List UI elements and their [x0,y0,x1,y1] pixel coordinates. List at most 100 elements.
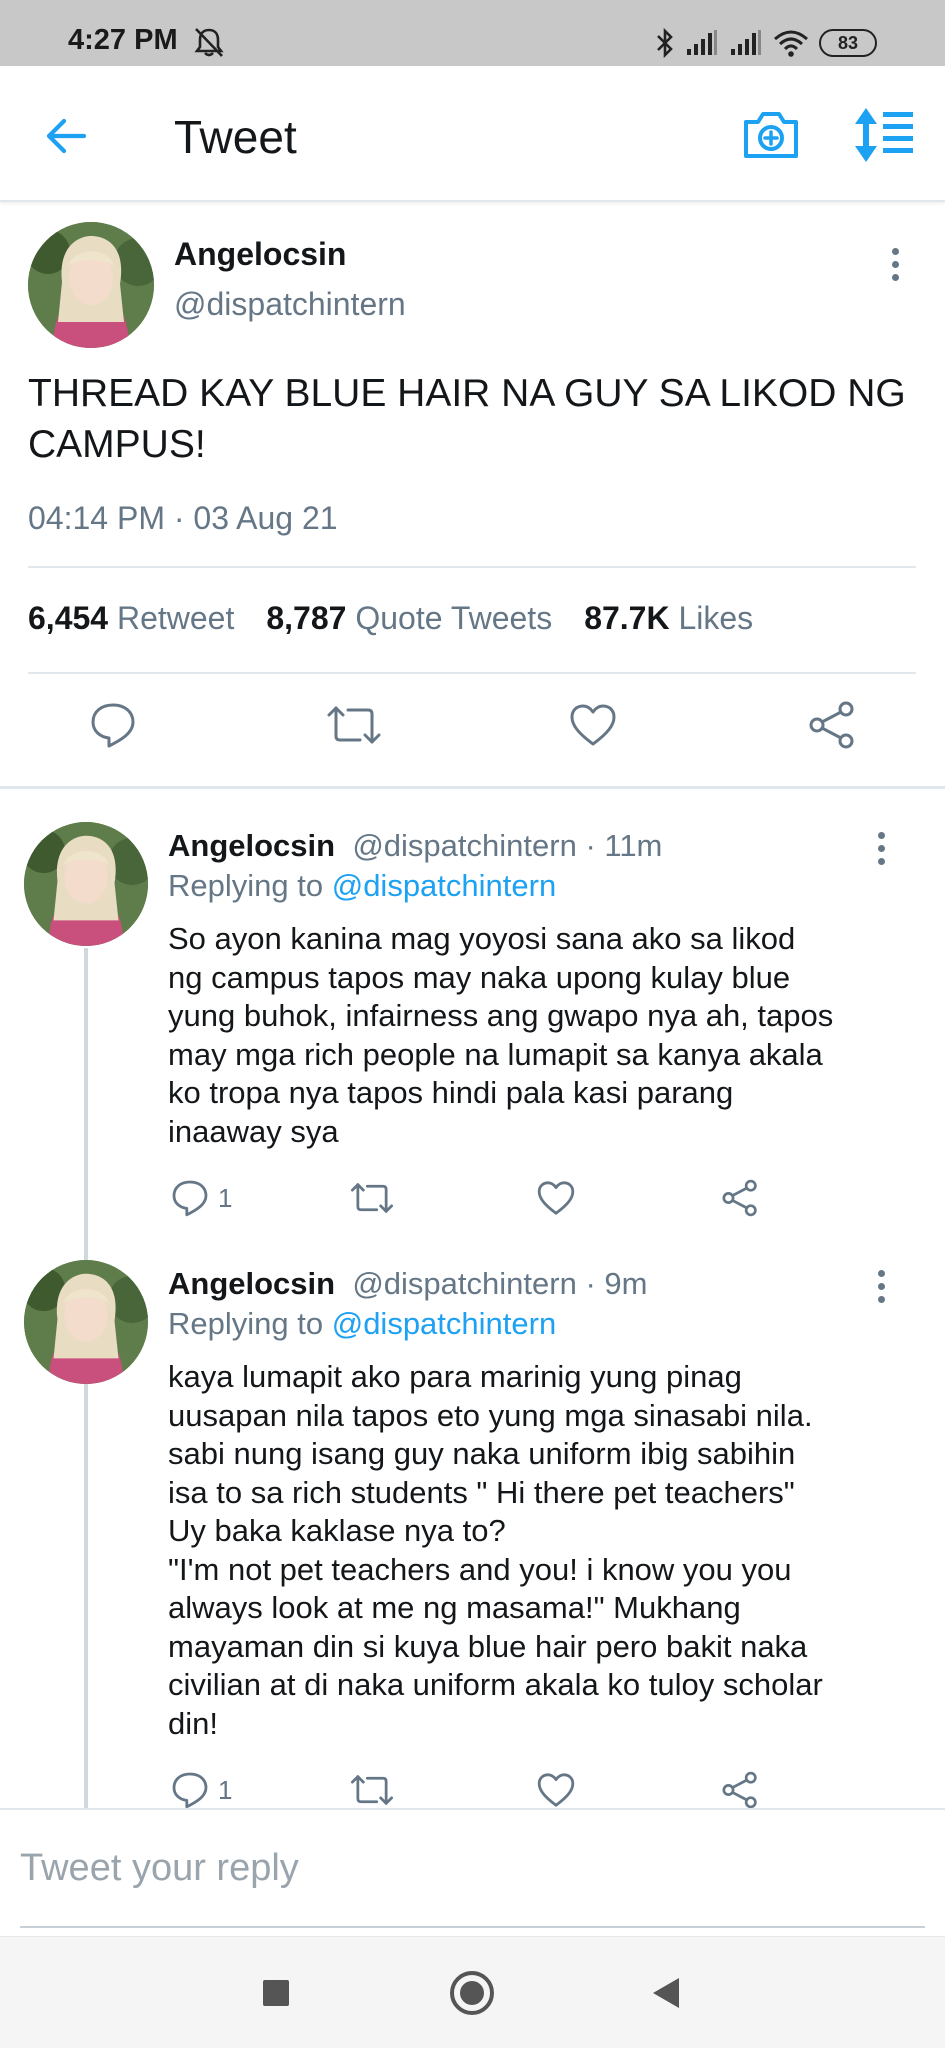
more-dot [877,844,885,852]
likes-count: 87.7K [584,600,670,636]
reply-icon [172,1772,208,1809]
battery-icon: 83 [819,29,877,57]
page-title: Tweet [174,111,297,163]
reply-avatar[interactable] [24,822,148,946]
more-dot [877,1295,885,1303]
more-dot [877,1282,885,1290]
retweet-icon [350,1775,394,1805]
top-app-bar: Tweet [0,66,945,202]
retweet-label: Retweet [116,600,235,636]
retweet-icon [350,1183,394,1213]
reply-count: 1 [218,1774,233,1805]
more-dot [877,831,885,839]
tweet-stats: 6,454 Retweet 8,787 Quote Tweets 87.7K L… [28,600,753,637]
reply-header: Angelocsin @dispatchintern · 9m [168,1266,647,1302]
reply-button[interactable]: 1 [170,1178,232,1218]
author-avatar[interactable] [28,222,154,348]
like-icon [570,704,616,746]
divider [28,566,916,568]
reply-author-name[interactable]: Angelocsin [168,828,335,863]
thread-line [84,1384,88,1808]
share-icon [809,701,854,749]
reply-composer [0,1808,945,1932]
sort-icon [855,108,913,162]
likes-label: Likes [678,600,754,636]
recents-button[interactable] [244,1961,308,2025]
home-circle-icon [450,1971,494,2015]
replying-to-label: Replying to [168,1306,324,1341]
tweet-actions [0,700,945,760]
share-icon [722,1771,757,1809]
reply-header: Angelocsin @dispatchintern · 11m [168,828,662,864]
battery-level: 83 [837,32,859,53]
like-button[interactable] [536,1770,576,1810]
retweet-icon [327,706,381,744]
reply-time: · 9m [585,1266,648,1301]
status-bar: 4:27 PM 83 [0,0,945,66]
reply-time: · 11m [585,828,663,863]
reply-author-name[interactable]: Angelocsin [168,1266,335,1301]
reply-author-handle[interactable]: @dispatchintern [352,1266,576,1301]
like-button[interactable] [536,1178,576,1218]
status-time: 4:27 PM [68,24,178,56]
reply-button[interactable] [88,700,138,755]
reply-text: kaya lumapit ako para marinig yung pinag… [168,1359,823,1741]
more-dot [891,247,899,255]
retweet-count: 6,454 [28,600,109,636]
mute-icon [192,26,226,58]
reply-author-handle[interactable]: @dispatchintern [352,828,576,863]
share-button[interactable] [720,1770,760,1810]
home-button[interactable] [440,1961,504,2025]
share-button[interactable] [806,700,858,755]
replying-to: Replying to @dispatchintern [168,1306,556,1342]
signal-icon [687,30,717,55]
tweet-timestamp: 04:14 PM · 03 Aug 21 [28,500,338,536]
share-icon [722,1179,757,1217]
like-button[interactable] [568,700,618,755]
camera-icon [744,112,798,158]
author-name[interactable]: Angelocsin [174,236,346,273]
likes-stat[interactable]: 87.7K Likes [584,600,753,637]
more-dot [877,1269,885,1277]
replying-to: Replying to @dispatchintern [168,868,556,904]
more-options-button[interactable] [880,242,910,286]
retweet-stat[interactable]: 6,454 Retweet [28,600,234,637]
reply-input[interactable] [20,1840,925,1896]
more-dot [877,857,885,865]
replying-to-label: Replying to [168,868,324,903]
quote-stat[interactable]: 8,787 Quote Tweets [266,600,552,637]
author-handle[interactable]: @dispatchintern [174,286,406,323]
divider [28,672,916,674]
reply-input-underline [20,1926,925,1928]
replying-to-link[interactable]: @dispatchintern [332,868,556,903]
wifi-icon [774,30,808,57]
back-arrow-icon [46,118,87,154]
back-nav-button[interactable] [634,1961,698,2025]
reply-icon [172,1180,208,1217]
more-dot [891,273,899,281]
like-icon [537,1773,575,1807]
reply-more-options-button[interactable] [866,826,896,870]
thread-line [84,948,88,1266]
reply-avatar[interactable] [24,1260,148,1384]
status-icons: 83 [655,26,877,60]
reply-more-options-button[interactable] [866,1264,896,1308]
camera-button[interactable] [740,106,802,164]
retweet-button[interactable] [326,700,382,755]
share-button[interactable] [720,1178,760,1218]
tweet-text: THREAD KAY BLUE HAIR NA GUY SA LIKOD NG … [28,372,906,466]
retweet-button[interactable] [350,1178,394,1218]
like-icon [537,1181,575,1215]
reply-count: 1 [218,1182,233,1213]
reply-icon [91,703,135,748]
back-button[interactable] [38,108,94,164]
section-separator [0,786,945,789]
sort-button[interactable] [852,104,918,166]
signal-icon [731,30,761,55]
reply-button[interactable]: 1 [170,1770,232,1810]
quote-label: Quote Tweets [355,600,553,636]
more-dot [891,260,899,268]
back-triangle-icon [653,1978,679,2008]
retweet-button[interactable] [350,1770,394,1810]
replying-to-link[interactable]: @dispatchintern [332,1306,556,1341]
